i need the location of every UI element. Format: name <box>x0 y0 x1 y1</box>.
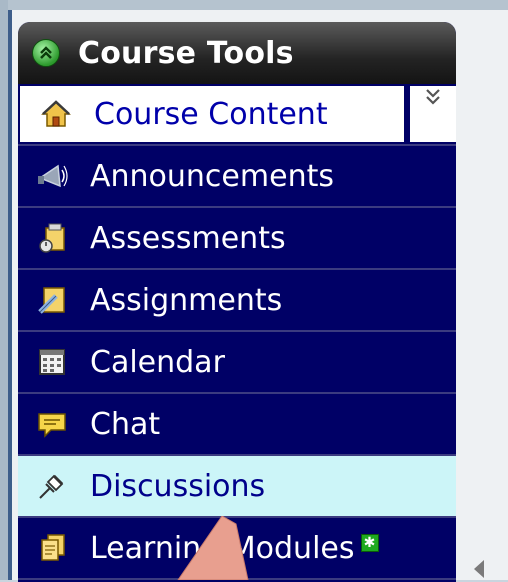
collapse-chevron-icon[interactable] <box>32 39 60 67</box>
menu-item-label: Calendar <box>90 344 225 380</box>
megaphone-icon <box>36 160 68 192</box>
left-frame-border <box>8 10 12 580</box>
page-top-bar <box>0 0 508 10</box>
menu-item-label: Announcements <box>90 158 334 194</box>
assessment-icon <box>36 222 68 254</box>
menu-item-chat[interactable]: Chat <box>18 394 456 456</box>
new-badge-icon: ✱ <box>360 534 379 552</box>
home-icon <box>40 98 72 130</box>
assignment-icon <box>36 284 68 316</box>
menu-item-calendar[interactable]: Calendar <box>18 332 456 394</box>
menu-item-discussions[interactable]: Discussions <box>18 456 456 518</box>
menu-item-course-content[interactable]: Course Content <box>18 84 456 146</box>
menu-item-label: Chat <box>90 406 161 442</box>
course-tools-header[interactable]: Course Tools <box>18 22 456 84</box>
course-content-box[interactable]: Course Content <box>20 86 404 142</box>
annotation-arrow-icon <box>177 516 249 580</box>
menu-item-assignments[interactable]: Assignments <box>18 270 456 332</box>
course-tools-panel: Course Tools Course Content Announcement… <box>18 22 456 582</box>
calendar-icon <box>36 346 68 378</box>
scroll-left-arrow-icon[interactable] <box>472 558 486 580</box>
page-left-strip <box>0 0 8 580</box>
expand-chevron-icon[interactable] <box>410 86 456 142</box>
menu-item-label: Discussions <box>90 468 266 504</box>
module-icon <box>36 532 68 564</box>
menu-item-label: Assessments <box>90 220 286 256</box>
menu-item-label: Course Content <box>94 96 328 132</box>
menu-item-announcements[interactable]: Announcements <box>18 146 456 208</box>
pushpin-icon <box>36 470 68 502</box>
course-tools-title: Course Tools <box>78 35 294 71</box>
menu-item-label: Assignments <box>90 282 283 318</box>
menu-item-assessments[interactable]: Assessments <box>18 208 456 270</box>
chat-bubble-icon <box>36 408 68 440</box>
